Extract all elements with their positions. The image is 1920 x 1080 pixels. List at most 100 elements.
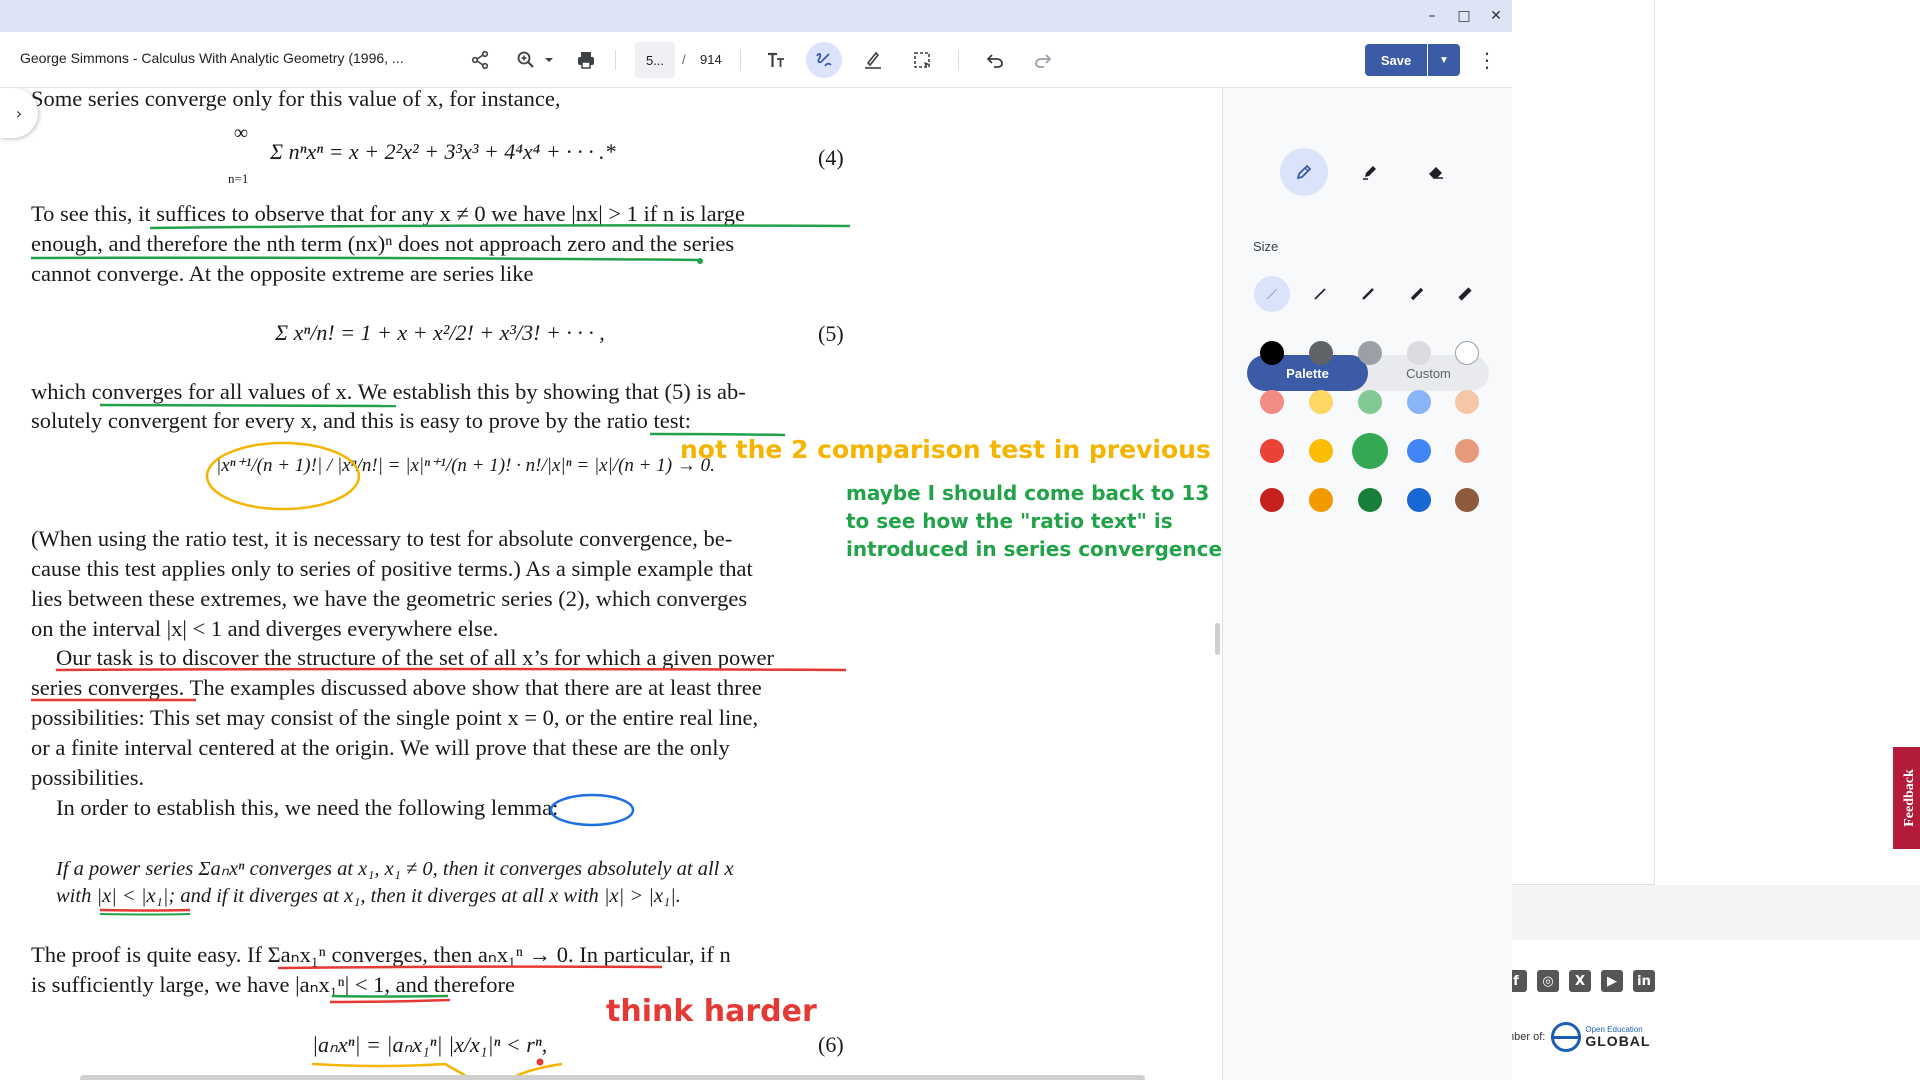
doc-line: (When using the ratio test, it is necess… (31, 526, 733, 551)
color-swatch[interactable] (1455, 341, 1479, 365)
doc-line: series converges. The examples discussed… (31, 675, 762, 700)
equation-ratio: |xⁿ⁺¹/(n + 1)!| / |xⁿ/n!| = |x|ⁿ⁺¹/(n + … (216, 455, 715, 476)
more-options-icon[interactable]: ⋮ (1475, 44, 1499, 76)
feedback-tab[interactable]: Feedback (1893, 747, 1920, 849)
page-separator: / (682, 52, 686, 67)
save-dropdown-button[interactable]: ▼ (1428, 44, 1460, 76)
note-orange[interactable]: not the 2 comparison test in previous (680, 435, 1211, 464)
size-option-5[interactable] (1447, 276, 1483, 312)
sum-lower-limit: n=1 (228, 171, 249, 186)
size-option-2[interactable] (1302, 276, 1338, 312)
color-swatch[interactable] (1358, 341, 1382, 365)
page-number-input[interactable]: 5... (635, 42, 675, 78)
divider (740, 50, 741, 70)
youtube-icon[interactable]: ▶ (1601, 970, 1623, 992)
doc-line: In order to establish this, we need the … (56, 795, 559, 820)
select-area-icon[interactable] (904, 42, 940, 78)
note-red[interactable]: think harder (606, 994, 817, 1029)
size-option-1[interactable] (1254, 276, 1290, 312)
doc-line: which converges for all values of x. We … (31, 379, 746, 404)
equation-5: Σ xⁿ/n! = 1 + x + x²/2! + x³/3! + · · · … (275, 320, 605, 345)
horizontal-scrollbar[interactable] (80, 1075, 1145, 1080)
equation-number: (6) (818, 1032, 844, 1057)
ink-blue-circle (549, 793, 635, 827)
color-swatch[interactable] (1260, 390, 1284, 414)
eraser-icon[interactable] (1412, 148, 1460, 196)
doc-line: Our task is to discover the structure of… (56, 645, 774, 670)
equation-4: Σ nⁿxⁿ = x + 2²x² + 3³x³ + 4⁴x⁴ + · · · … (270, 139, 616, 164)
doc-line: To see this, it suffices to observe that… (31, 201, 745, 226)
redo-icon[interactable] (1025, 42, 1061, 78)
feedback-label: Feedback (1901, 769, 1917, 827)
undo-icon[interactable] (977, 42, 1013, 78)
print-icon[interactable] (568, 42, 604, 78)
linkedin-icon[interactable]: in (1633, 970, 1655, 992)
signature-icon[interactable] (855, 42, 891, 78)
color-swatch[interactable] (1407, 390, 1431, 414)
note-green[interactable]: introduced in series convergence (846, 537, 1222, 561)
color-swatch[interactable] (1309, 488, 1333, 512)
background-footer-band (1505, 885, 1920, 940)
color-swatch[interactable] (1407, 341, 1431, 365)
color-swatch[interactable] (1309, 439, 1333, 463)
color-swatch[interactable] (1455, 390, 1479, 414)
share-icon[interactable] (462, 42, 498, 78)
color-swatch[interactable] (1352, 433, 1388, 469)
color-swatch[interactable] (1407, 439, 1431, 463)
ink-red-underline (329, 998, 451, 1004)
instagram-icon[interactable]: ◎ (1537, 970, 1559, 992)
doc-line: cause this test applies only to series o… (31, 556, 753, 581)
ink-red-underline (99, 908, 191, 912)
zoom-dropdown-icon[interactable] (531, 42, 567, 78)
size-option-4[interactable] (1399, 276, 1435, 312)
document-view[interactable]: Some series converge only for this value… (0, 88, 1222, 1080)
color-swatch[interactable] (1260, 341, 1284, 365)
doc-line: cannot converge. At the opposite extreme… (31, 261, 534, 286)
equation-number: (5) (818, 321, 844, 346)
annotation-panel: Size Palette Custom (1222, 88, 1512, 1080)
chevron-right-icon: › (15, 103, 23, 123)
doc-line: The proof is quite easy. If Σaₙx₁ⁿ conve… (31, 942, 731, 967)
close-button[interactable]: ✕ (1486, 6, 1506, 26)
doc-line: solutely convergent for every x, and thi… (31, 408, 692, 433)
sum-upper-limit: ∞ (233, 122, 249, 144)
note-green[interactable]: to see how the "ratio text" is (846, 509, 1173, 533)
doc-line: is sufficiently large, we have |aₙx₁ⁿ| <… (31, 972, 515, 997)
note-green[interactable]: maybe I should come back to 13 (846, 481, 1209, 505)
equation-number: (4) (818, 145, 844, 170)
color-swatch[interactable] (1260, 488, 1284, 512)
color-swatch[interactable] (1309, 390, 1333, 414)
chevron-down-icon: ▼ (1439, 54, 1449, 66)
doc-line: or a finite interval centered at the ori… (31, 735, 730, 760)
lemma-line: If a power series Σaₙxⁿ converges at x₁,… (56, 858, 734, 880)
x-icon[interactable]: X (1569, 970, 1591, 992)
color-swatch[interactable] (1358, 488, 1382, 512)
open-education-global-logo[interactable]: Open Education GLOBAL (1551, 1022, 1650, 1052)
minimize-button[interactable]: – (1422, 6, 1442, 26)
lemma-line: with |x| < |x₁|; and if it diverges at x… (56, 885, 681, 907)
vertical-scrollbar[interactable] (1215, 623, 1220, 655)
pen-icon[interactable] (1280, 148, 1328, 196)
divider (615, 50, 616, 70)
color-swatch[interactable] (1309, 341, 1333, 365)
draw-icon[interactable] (806, 42, 842, 78)
color-swatch[interactable] (1455, 488, 1479, 512)
color-swatch[interactable] (1260, 439, 1284, 463)
social-links: f ◎ X ▶ in (1505, 970, 1655, 992)
doc-line: possibilities: This set may consist of t… (31, 705, 759, 730)
pdf-viewer-window: – □ ✕ George Simmons - Calculus With Ana… (0, 0, 1512, 1080)
background-panel (1505, 0, 1655, 885)
color-swatch[interactable] (1407, 488, 1431, 512)
size-label: Size (1253, 239, 1279, 254)
text-icon[interactable] (758, 42, 794, 78)
save-button[interactable]: Save (1365, 44, 1427, 76)
highlighter-icon[interactable] (1346, 148, 1394, 196)
color-swatch[interactable] (1455, 439, 1479, 463)
color-swatch[interactable] (1358, 390, 1382, 414)
ink-green-underline (30, 256, 701, 262)
maximize-button[interactable]: □ (1454, 6, 1474, 26)
size-option-3[interactable] (1350, 276, 1386, 312)
doc-line: possibilities. (31, 765, 145, 790)
title-bar: – □ ✕ (0, 0, 1512, 32)
ink-green-dot (697, 258, 703, 264)
